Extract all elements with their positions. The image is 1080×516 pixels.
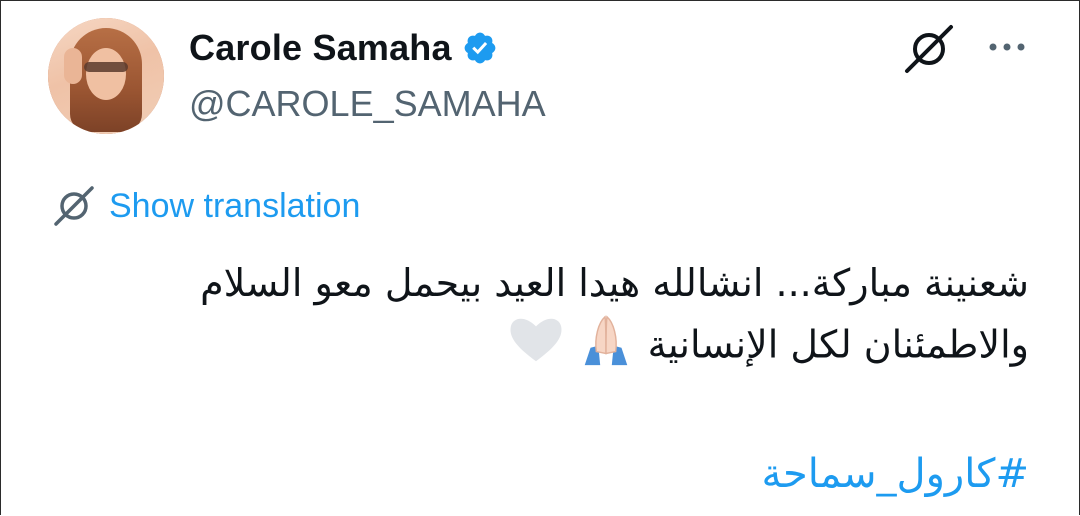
white-heart-emoji: [507, 312, 565, 382]
show-translation-link[interactable]: Show translation: [109, 187, 360, 226]
author-handle[interactable]: @CAROLE_SAMAHA: [189, 83, 546, 125]
avatar[interactable]: [48, 18, 164, 134]
tweet-card: Carole Samaha @CAROLE_SAMAHA Show transl…: [0, 0, 1080, 515]
tweet-text: شعنينة مباركة... انشالله هيدا العيد بيحم…: [109, 255, 1029, 382]
grok-icon[interactable]: [901, 21, 957, 77]
more-options-icon[interactable]: [985, 31, 1029, 63]
show-translation-row[interactable]: Show translation: [51, 183, 360, 229]
verified-badge-icon: [462, 30, 498, 66]
author-name-row: Carole Samaha: [189, 23, 498, 73]
translate-icon: [51, 183, 97, 229]
hashtag-link[interactable]: #كارول_سماحة: [762, 451, 1029, 497]
folded-hands-emoji: [577, 312, 635, 382]
author-name[interactable]: Carole Samaha: [189, 27, 452, 69]
